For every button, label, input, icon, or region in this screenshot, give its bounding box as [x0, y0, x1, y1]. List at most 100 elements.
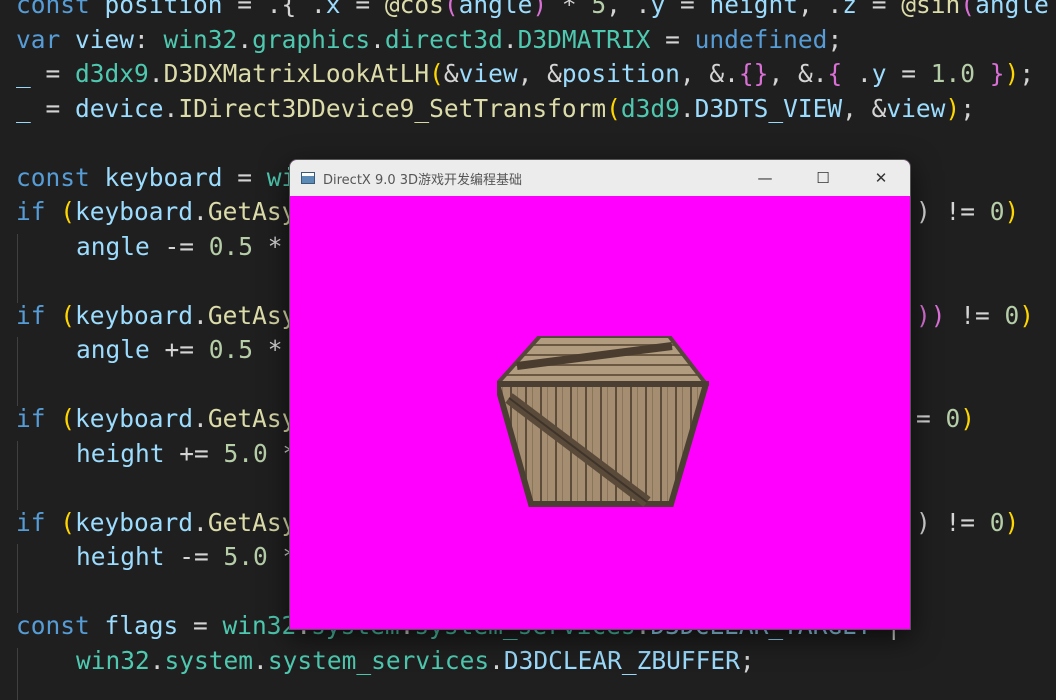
code-line[interactable]: _ = d3dx9.D3DXMatrixLookAtLH(&view, &pos… [16, 57, 1034, 91]
code-line[interactable]: _ = device.IDirect3DDevice9_SetTransform… [16, 92, 975, 126]
code-token: . [489, 645, 504, 675]
code-token: D3DXMatrixLookAtLH [163, 59, 430, 88]
code-token: += [149, 335, 209, 364]
code-token: . [163, 93, 179, 123]
code-token: ; [827, 24, 843, 54]
code-token: ) [945, 93, 961, 123]
close-button[interactable]: ✕ [852, 160, 910, 196]
code-token: if [16, 300, 61, 330]
wooden-crate-model [497, 336, 709, 507]
indent-guide [17, 440, 18, 510]
code-token: angle [76, 335, 150, 364]
code-token: var [16, 24, 76, 54]
code-token: . [370, 24, 385, 54]
code-token: keyboard [104, 162, 223, 192]
code-token: ) [1019, 300, 1035, 330]
code-token: & [443, 59, 459, 88]
directx-window[interactable]: DirectX 9.0 3D游戏开发编程基础 — ☐ ✕ [289, 159, 911, 630]
code-token: . [253, 645, 268, 675]
code-token: keyboard [75, 404, 194, 433]
code-token: , &. [768, 59, 828, 88]
code-token: ) [960, 404, 975, 433]
window-titlebar[interactable]: DirectX 9.0 3D游戏开发编程基础 — ☐ ✕ [290, 160, 910, 196]
code-token: != [945, 300, 1005, 330]
code-token: ( [960, 0, 976, 19]
code-token: = [650, 24, 695, 54]
indent-guide [17, 647, 18, 700]
code-token: height [76, 438, 165, 468]
code-token: D3DCLEAR_ZBUFFER [503, 645, 740, 675]
code-token: ; [960, 93, 975, 123]
code-token: ) != [915, 197, 990, 226]
code-token: = [30, 59, 76, 88]
code-token: ) != [915, 507, 990, 537]
code-token: -= [164, 542, 224, 571]
code-token: {} [738, 59, 769, 88]
code-token: keyboard [75, 507, 194, 537]
code-token: d3dx9 [75, 59, 149, 88]
indent-guide [17, 337, 18, 406]
code-line[interactable]: win32.system.system_services.D3DCLEAR_ZB… [76, 644, 755, 678]
code-token: 0 [989, 507, 1005, 537]
code-token: ) [1004, 59, 1020, 88]
code-token: . [193, 197, 208, 226]
code-token: , &. [679, 59, 739, 88]
code-token: = [30, 93, 76, 123]
code-token: D3DTS_VIEW [694, 93, 843, 123]
code-token: = [222, 162, 267, 192]
code-token: IDirect3DDevice9_SetTransform [178, 93, 607, 123]
code-token: ) [532, 0, 548, 19]
code-token: if [16, 507, 61, 537]
code-token: 0 [945, 404, 961, 433]
code-token: = [178, 611, 223, 640]
render-viewport[interactable] [290, 196, 910, 629]
code-token: undefined [694, 24, 828, 54]
code-token: 5 [591, 0, 607, 19]
minimize-button[interactable]: — [736, 160, 794, 196]
code-token: -= [149, 231, 209, 261]
code-token: = [886, 59, 931, 88]
code-token: position [561, 59, 680, 88]
code-token: , . [797, 0, 843, 19]
indent-guide [17, 233, 18, 303]
code-token: , & [842, 93, 887, 123]
code-token: ) [915, 300, 931, 330]
code-token: win32 [76, 645, 150, 675]
code-token: direct3d [384, 24, 503, 54]
code-line[interactable]: var view: win32.graphics.direct3d.D3DMAT… [16, 23, 842, 57]
code-token: } [989, 59, 1005, 88]
maximize-button[interactable]: ☐ [794, 160, 852, 196]
code-token: * [547, 0, 592, 19]
code-token: = [340, 0, 385, 19]
code-token: ( [606, 93, 621, 123]
code-token: ( [429, 59, 444, 88]
code-token: . [237, 24, 253, 54]
code-token: = .{ . [222, 0, 326, 19]
code-token: height [709, 0, 798, 19]
code-token: @cos [384, 0, 444, 19]
code-token: if [16, 404, 61, 433]
code-token: height [76, 542, 165, 571]
code-token: ) [1004, 197, 1020, 226]
code-token: . [193, 507, 208, 537]
code-token: flags [104, 611, 179, 640]
code-token: ( [443, 0, 459, 19]
code-token: device [75, 93, 164, 123]
code-token: ( [60, 197, 76, 226]
code-line[interactable]: const position = .{ .x = @cos(angle) * 5… [16, 0, 1049, 22]
code-token: ( [60, 507, 76, 537]
code-token: , & [517, 59, 562, 88]
code-token: win32 [163, 24, 238, 54]
code-token: y [871, 59, 887, 88]
code-token: keyboard [75, 197, 194, 226]
code-token: ; [1019, 59, 1035, 88]
code-token: view [458, 59, 518, 88]
code-token: . [193, 404, 208, 433]
code-token: @sin [901, 0, 961, 19]
code-token: view [75, 24, 135, 54]
code-token: view [886, 93, 946, 123]
code-token: ( [60, 404, 76, 433]
indent-guide [17, 544, 18, 613]
code-token: graphics [252, 24, 371, 54]
